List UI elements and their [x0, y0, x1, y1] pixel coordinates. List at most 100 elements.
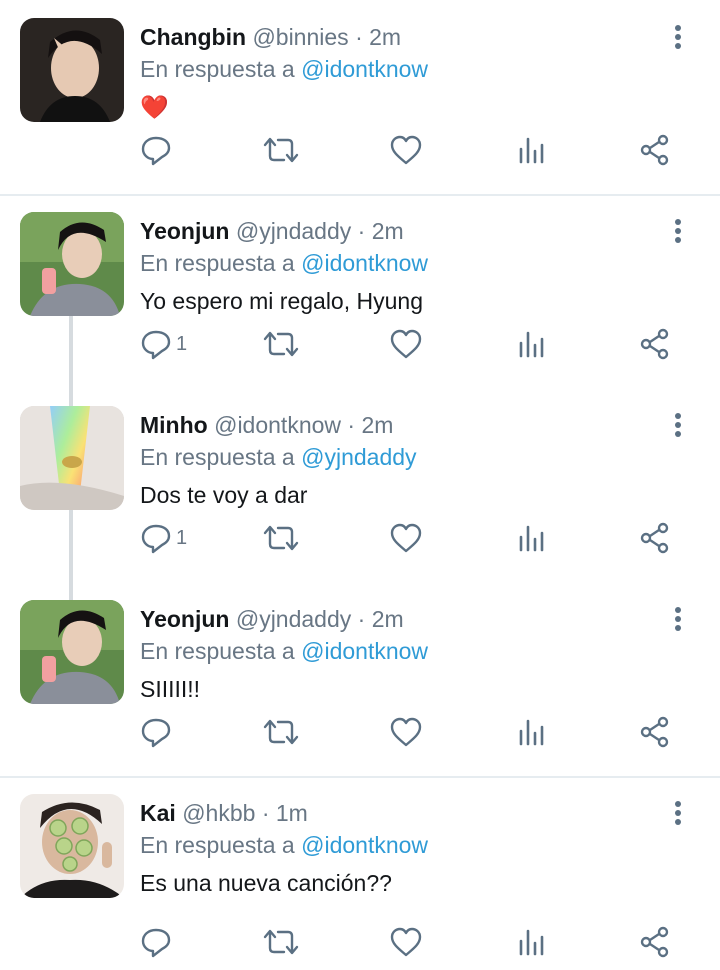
- retweet-button[interactable]: [262, 322, 300, 366]
- timestamp[interactable]: 2m: [369, 24, 401, 50]
- analytics-button[interactable]: [518, 128, 544, 172]
- reply-prefix: En respuesta a: [140, 56, 295, 82]
- like-button[interactable]: [389, 128, 423, 172]
- user-handle[interactable]: @binnies: [252, 24, 348, 50]
- dot-separator: ·: [355, 24, 363, 50]
- tweet-text: Es una nueva canción??: [140, 870, 392, 896]
- mention-link[interactable]: @idontknow: [301, 250, 428, 276]
- reply-button[interactable]: 1: [140, 516, 187, 560]
- retweet-button[interactable]: [262, 920, 300, 964]
- timestamp[interactable]: 2m: [372, 606, 404, 632]
- tweet[interactable]: Kai @hkbb · 1m En respuesta a @idontknow…: [0, 776, 720, 970]
- avatar[interactable]: [20, 18, 124, 122]
- dot-separator: ·: [357, 606, 366, 632]
- retweet-button[interactable]: [262, 128, 300, 172]
- tweet-actions: [0, 920, 720, 964]
- analytics-button[interactable]: [518, 920, 544, 964]
- more-options-icon[interactable]: [666, 798, 690, 828]
- like-button[interactable]: [389, 322, 423, 366]
- retweet-icon: [262, 134, 300, 166]
- user-handle[interactable]: @yjndaddy: [236, 606, 351, 632]
- share-button[interactable]: [638, 128, 672, 172]
- mention-link[interactable]: @idontknow: [301, 56, 428, 82]
- avatar[interactable]: [20, 794, 124, 898]
- tweet-text: ❤️: [140, 94, 169, 120]
- user-handle[interactable]: @yjndaddy: [236, 218, 351, 244]
- share-icon: [638, 716, 672, 748]
- display-name[interactable]: Kai: [140, 800, 176, 826]
- like-icon: [389, 134, 423, 166]
- retweet-icon: [262, 716, 300, 748]
- retweet-button[interactable]: [262, 516, 300, 560]
- reply-context: En respuesta a @idontknow: [140, 248, 428, 278]
- analytics-button[interactable]: [518, 516, 544, 560]
- share-button[interactable]: [638, 322, 672, 366]
- dot-separator: ·: [347, 412, 356, 438]
- tweet-header: Minho @idontknow · 2m: [140, 410, 393, 440]
- tweet-text: SIIIII!!: [140, 676, 201, 702]
- analytics-icon: [518, 522, 544, 554]
- tweet-actions: 1: [0, 322, 720, 366]
- analytics-icon: [518, 716, 544, 748]
- avatar[interactable]: [20, 212, 124, 316]
- share-button[interactable]: [638, 710, 672, 754]
- like-icon: [389, 926, 423, 958]
- avatar[interactable]: [20, 600, 124, 704]
- reply-button[interactable]: [140, 920, 176, 964]
- display-name[interactable]: Changbin: [140, 24, 246, 50]
- timestamp[interactable]: 2m: [361, 412, 393, 438]
- reply-count: 1: [176, 526, 188, 549]
- tweet-actions: 1: [0, 516, 720, 560]
- display-name[interactable]: Yeonjun: [140, 606, 229, 632]
- mention-link[interactable]: @yjndaddy: [301, 444, 416, 470]
- display-name[interactable]: Yeonjun: [140, 218, 229, 244]
- retweet-icon: [262, 328, 300, 360]
- timestamp[interactable]: 1m: [276, 800, 308, 826]
- analytics-icon: [518, 134, 544, 166]
- thread-line: [69, 582, 73, 600]
- like-button[interactable]: [389, 516, 423, 560]
- retweet-button[interactable]: [262, 710, 300, 754]
- dot-separator: ·: [357, 218, 366, 244]
- reply-button[interactable]: 1: [140, 322, 187, 366]
- timestamp[interactable]: 2m: [372, 218, 404, 244]
- reply-icon: [140, 328, 172, 360]
- share-button[interactable]: [638, 920, 672, 964]
- share-icon: [638, 522, 672, 554]
- mention-link[interactable]: @idontknow: [301, 832, 428, 858]
- more-options-icon[interactable]: [666, 410, 690, 440]
- reply-icon: [140, 926, 172, 958]
- reply-button[interactable]: [140, 128, 176, 172]
- reply-prefix: En respuesta a: [140, 250, 295, 276]
- tweet[interactable]: Minho @idontknow · 2m En respuesta a @yj…: [0, 388, 720, 582]
- reply-button[interactable]: [140, 710, 176, 754]
- display-name[interactable]: Minho: [140, 412, 208, 438]
- analytics-button[interactable]: [518, 710, 544, 754]
- reply-context: En respuesta a @idontknow: [140, 636, 428, 666]
- reply-prefix: En respuesta a: [140, 832, 295, 858]
- more-options-icon[interactable]: [666, 22, 690, 52]
- more-options-icon[interactable]: [666, 216, 690, 246]
- reply-prefix: En respuesta a: [140, 638, 295, 664]
- retweet-icon: [262, 522, 300, 554]
- share-icon: [638, 134, 672, 166]
- user-handle[interactable]: @hkbb: [182, 800, 255, 826]
- reply-context: En respuesta a @yjndaddy: [140, 442, 417, 472]
- analytics-icon: [518, 926, 544, 958]
- more-options-icon[interactable]: [666, 604, 690, 634]
- tweet[interactable]: Yeonjun @yjndaddy · 2m En respuesta a @i…: [0, 194, 720, 388]
- tweet-text: Yo espero mi regalo, Hyung: [140, 288, 423, 314]
- share-button[interactable]: [638, 516, 672, 560]
- thread-line: [69, 388, 73, 406]
- like-button[interactable]: [389, 920, 423, 964]
- reply-icon: [140, 522, 172, 554]
- tweet-header: Yeonjun @yjndaddy · 2m: [140, 216, 404, 246]
- avatar[interactable]: [20, 406, 124, 510]
- analytics-button[interactable]: [518, 322, 544, 366]
- tweet-actions: [0, 710, 720, 754]
- tweet[interactable]: Yeonjun @yjndaddy · 2m En respuesta a @i…: [0, 582, 720, 776]
- user-handle[interactable]: @idontknow: [214, 412, 341, 438]
- mention-link[interactable]: @idontknow: [301, 638, 428, 664]
- like-button[interactable]: [389, 710, 423, 754]
- tweet[interactable]: Changbin @binnies · 2m En respuesta a @i…: [0, 0, 720, 194]
